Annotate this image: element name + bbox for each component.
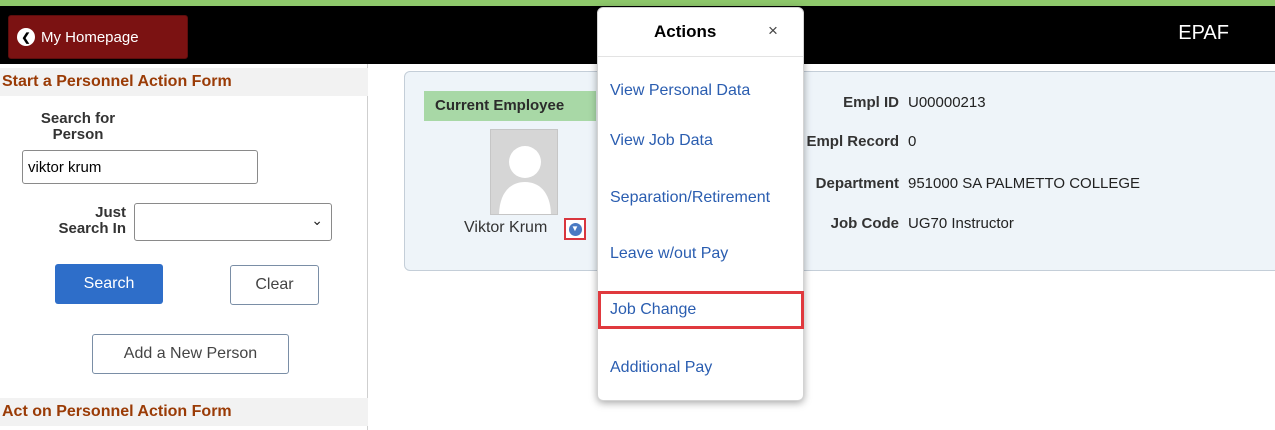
chevron-down-icon: ⌄ — [311, 212, 323, 228]
close-icon[interactable]: × — [768, 21, 778, 41]
just-search-in-select[interactable]: ⌄ — [134, 203, 332, 241]
my-homepage-button[interactable]: ❮ My Homepage — [8, 15, 188, 59]
search-button[interactable]: Search — [55, 264, 163, 304]
field-label-empl-record: Empl Record — [806, 133, 899, 150]
field-value-empl-id: U00000213 — [908, 94, 986, 111]
employee-name: Viktor Krum — [464, 219, 548, 236]
actions-dropdown-button[interactable]: ▼ — [564, 218, 586, 240]
menu-item-separation-retirement[interactable]: Separation/Retirement — [610, 189, 770, 207]
app-title: EPAF — [1178, 22, 1229, 44]
field-label-empl-id: Empl ID — [843, 94, 899, 111]
actions-popup: Actions × View Personal Data View Job Da… — [597, 7, 804, 401]
menu-item-view-job-data[interactable]: View Job Data — [610, 132, 713, 150]
avatar — [490, 129, 558, 215]
field-label-department: Department — [815, 175, 899, 192]
field-label-job-code: Job Code — [830, 215, 899, 232]
person-silhouette-icon — [499, 146, 551, 214]
search-person-input[interactable] — [22, 150, 258, 184]
chevron-down-icon: ▼ — [568, 222, 582, 236]
my-homepage-label: My Homepage — [41, 28, 139, 46]
field-value-department: 951000 SA PALMETTO COLLEGE — [908, 175, 1141, 192]
actions-popup-title: Actions — [654, 22, 717, 41]
menu-item-additional-pay[interactable]: Additional Pay — [610, 359, 712, 377]
clear-button[interactable]: Clear — [230, 265, 319, 305]
menu-item-view-personal-data[interactable]: View Personal Data — [610, 82, 750, 100]
just-search-in-label: Just Search In — [58, 204, 126, 237]
add-new-person-button[interactable]: Add a New Person — [92, 334, 289, 374]
job-change-highlight — [598, 291, 804, 329]
field-value-empl-record: 0 — [908, 133, 917, 150]
search-for-person-label: Search for Person — [40, 110, 116, 143]
current-employee-badge: Current Employee — [424, 91, 596, 121]
field-value-job-code: UG70 Instructor — [908, 215, 1014, 232]
menu-item-leave-without-pay[interactable]: Leave w/out Pay — [610, 245, 728, 263]
start-section-title: Start a Personnel Action Form — [0, 68, 368, 96]
chevron-left-icon: ❮ — [17, 28, 35, 46]
divider — [598, 56, 803, 57]
act-section-title: Act on Personnel Action Form — [0, 398, 368, 426]
